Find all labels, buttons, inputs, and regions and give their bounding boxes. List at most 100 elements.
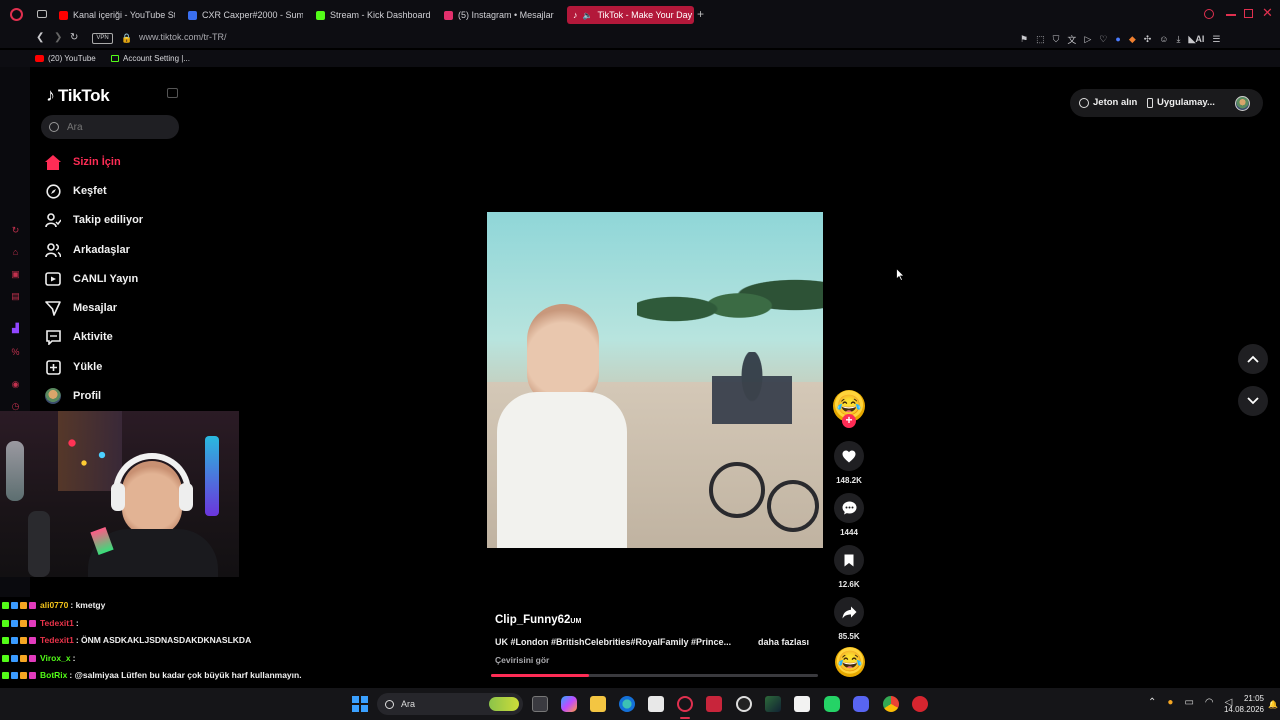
- url-field[interactable]: www.tiktok.com/tr-TR/: [139, 32, 227, 42]
- snapshot-icon[interactable]: ⬚: [1036, 34, 1045, 45]
- chrome-icon[interactable]: [883, 696, 899, 712]
- chat-username[interactable]: Tedexit1: [40, 635, 74, 645]
- follow-button[interactable]: +: [842, 414, 856, 428]
- translate-link[interactable]: Çevirisini gör: [495, 655, 549, 665]
- puzzle-icon[interactable]: ✣: [1144, 34, 1152, 45]
- speaker-icon[interactable]: 🔈: [583, 11, 593, 20]
- user-avatar[interactable]: [1235, 96, 1250, 111]
- bookmark-account-setting[interactable]: Account Setting |...: [111, 54, 190, 63]
- nav-activity[interactable]: Aktivite: [45, 326, 113, 348]
- shield-icon[interactable]: ⛉: [1053, 34, 1060, 45]
- play-icon[interactable]: ▷: [1084, 34, 1091, 45]
- menu-icon[interactable]: ☰: [1212, 34, 1220, 45]
- extension-blue-icon[interactable]: ●: [1115, 34, 1120, 44]
- discord-icon[interactable]: [853, 696, 869, 712]
- capcut-icon[interactable]: [794, 696, 810, 712]
- windows-start-icon[interactable]: [352, 696, 368, 712]
- like-button[interactable]: [834, 441, 864, 471]
- player-icon[interactable]: ▤: [10, 291, 21, 302]
- back-icon[interactable]: ❮: [36, 33, 44, 43]
- task-view-icon[interactable]: [532, 696, 548, 712]
- obs-icon[interactable]: [736, 696, 752, 712]
- get-app-button[interactable]: Uygulamay...: [1147, 97, 1215, 108]
- reload-icon[interactable]: ↻: [70, 33, 78, 43]
- nav-label: Aktivite: [73, 331, 113, 343]
- nav-live[interactable]: CANLI Yayın: [45, 268, 138, 290]
- microphone-icon[interactable]: ●: [1167, 697, 1173, 708]
- nav-explore[interactable]: Keşfet: [45, 180, 107, 202]
- forward-icon[interactable]: ❯: [54, 33, 62, 43]
- search-input[interactable]: [67, 121, 167, 133]
- bookmark-icon[interactable]: ⚑: [1020, 34, 1028, 45]
- chat-username[interactable]: BotRix: [40, 670, 67, 680]
- new-tab-button[interactable]: +: [697, 8, 704, 20]
- nav-profile[interactable]: Profil: [45, 385, 101, 407]
- search-tabs-icon[interactable]: [1204, 9, 1214, 19]
- share-button[interactable]: [834, 597, 864, 627]
- play-circle-icon[interactable]: ◉: [10, 379, 21, 390]
- bookmark-youtube[interactable]: (20) YouTube: [35, 54, 96, 63]
- copilot-icon[interactable]: [561, 696, 577, 712]
- file-explorer-icon[interactable]: [590, 696, 606, 712]
- history-icon[interactable]: ↻: [10, 225, 21, 236]
- ai-sidebar-icon[interactable]: ⌂: [10, 247, 21, 258]
- vpn-badge[interactable]: VPN: [92, 33, 113, 44]
- tab-kick-dashboard[interactable]: Stream - Kick Dashboard: [316, 6, 432, 24]
- collapse-sidebar-icon[interactable]: [167, 88, 178, 98]
- chat-message: Tedexit1: ÖNM ASDKAKLJSDNASDAKDKNASLKDA: [2, 635, 251, 645]
- search-box[interactable]: [41, 115, 179, 139]
- store-icon[interactable]: [648, 696, 664, 712]
- taskbar-search[interactable]: Ara: [377, 693, 523, 715]
- minimize-button[interactable]: [1226, 14, 1236, 16]
- video-player[interactable]: [487, 212, 823, 548]
- nav-upload[interactable]: Yükle: [45, 356, 102, 378]
- nav-messages[interactable]: Mesajlar: [45, 297, 117, 319]
- heart-icon[interactable]: ♡: [1099, 34, 1107, 45]
- tab-cxr[interactable]: CXR Caxper#2000 - Summ: [188, 6, 303, 24]
- tray-expand-icon[interactable]: ⌃: [1148, 697, 1156, 708]
- tab-youtube-studio[interactable]: Kanal içeriği - YouTube Stu: [59, 6, 175, 24]
- video-progress-track[interactable]: [491, 674, 818, 677]
- chat-username[interactable]: Virox_x: [40, 653, 71, 663]
- display-icon[interactable]: ▭: [1184, 697, 1193, 708]
- edge-icon[interactable]: [619, 696, 635, 712]
- maximize-button[interactable]: [1244, 9, 1253, 18]
- tab-instagram[interactable]: (5) Instagram • Mesajlar: [444, 6, 559, 24]
- chat-username[interactable]: Tedexit1: [40, 618, 74, 628]
- red-app-icon[interactable]: [912, 696, 928, 712]
- video-caption: UK #London #BritishCelebrities#RoyalFami…: [495, 637, 732, 647]
- more-button[interactable]: daha fazlası: [758, 637, 809, 647]
- previous-video-button[interactable]: [1238, 344, 1268, 374]
- nav-for-you[interactable]: Sizin İçin: [45, 151, 121, 173]
- crypto-icon[interactable]: %: [10, 347, 21, 358]
- extension-fox-icon[interactable]: ◆: [1129, 34, 1136, 45]
- nav-following[interactable]: Takip ediliyor: [45, 209, 143, 231]
- next-video-button[interactable]: [1238, 386, 1268, 416]
- lock-icon[interactable]: 🔒: [121, 33, 132, 43]
- whatsapp-icon[interactable]: [824, 696, 840, 712]
- opera-logo-icon[interactable]: [10, 8, 23, 21]
- music-disc[interactable]: 😂: [835, 647, 865, 677]
- notification-bell-icon[interactable]: 🔔: [1268, 700, 1278, 709]
- tiktok-logo[interactable]: ♪ TikTok: [46, 85, 110, 106]
- twitch-icon[interactable]: ▟: [10, 323, 21, 334]
- save-button[interactable]: [834, 545, 864, 575]
- translate-icon[interactable]: 文: [1067, 33, 1076, 46]
- workspaces-icon[interactable]: [37, 10, 47, 18]
- opera-taskbar-icon[interactable]: [677, 696, 693, 712]
- close-window-button[interactable]: ✕: [1262, 6, 1273, 19]
- messenger-icon[interactable]: ▣: [10, 269, 21, 280]
- chat-username[interactable]: ali0770: [40, 600, 68, 610]
- comment-button[interactable]: [834, 493, 864, 523]
- ai-button[interactable]: ◣AI: [1188, 34, 1204, 45]
- recorder-icon[interactable]: [706, 696, 722, 712]
- editor-icon[interactable]: [765, 696, 781, 712]
- get-coins-button[interactable]: Jeton alın: [1079, 97, 1137, 108]
- nav-friends[interactable]: Arkadaşlar: [45, 239, 130, 261]
- clock[interactable]: 21:05 14.08.2026: [1200, 693, 1264, 715]
- video-author[interactable]: Clip_Funny62UM: [495, 614, 581, 626]
- tab-tiktok[interactable]: ♪ 🔈 TikTok - Make Your Day: [567, 6, 694, 24]
- download-icon[interactable]: ⤓: [1176, 34, 1180, 45]
- tiktok-note-icon: ♪: [46, 85, 55, 105]
- account-icon[interactable]: ☺: [1159, 34, 1168, 44]
